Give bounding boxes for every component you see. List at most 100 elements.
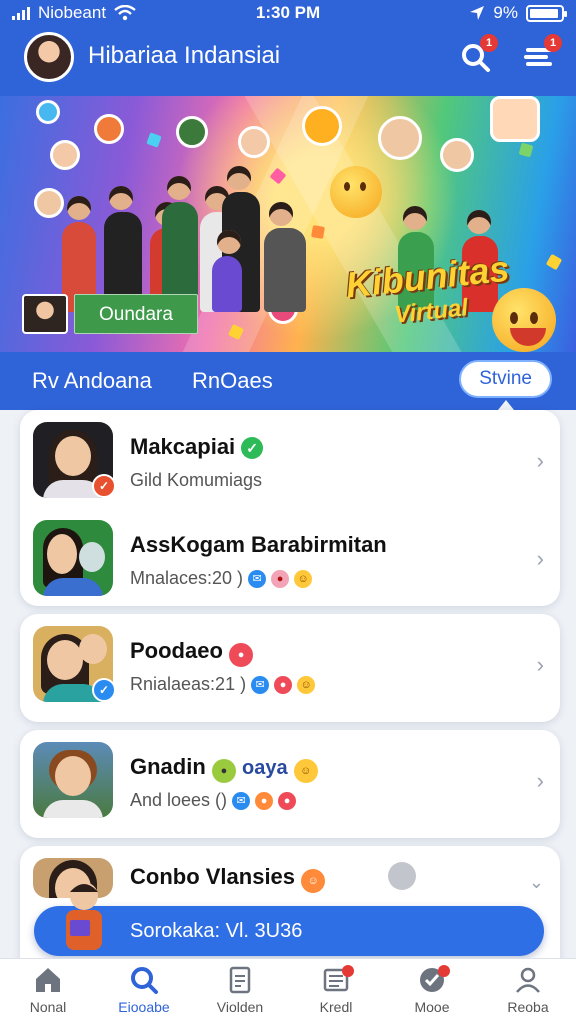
- nav-item-home[interactable]: Nonal: [0, 965, 96, 1015]
- nav-item-profile[interactable]: Reoba: [480, 965, 576, 1015]
- smile-icon: ☺: [297, 675, 316, 694]
- spinner-icon: [388, 862, 416, 890]
- confetti: [311, 225, 325, 239]
- smile-icon: ☺: [301, 869, 326, 893]
- list-item-subtitle-text: Mnalaces:20 ): [130, 568, 244, 588]
- status-bar: Niobeant 1:30 PM 9%: [0, 0, 576, 26]
- message-icon: ✉: [232, 791, 251, 810]
- home-icon: [36, 968, 60, 992]
- list-item-title: Makcapiai ✓: [130, 434, 264, 460]
- angry-face-icon: ●: [229, 643, 254, 667]
- floating-bubble: [50, 140, 80, 170]
- search-icon: [131, 967, 158, 994]
- nav-badge: [438, 965, 450, 977]
- avatar: [33, 520, 113, 596]
- tab-rnoaes[interactable]: RnOaes: [192, 368, 273, 394]
- list-item-subtitle-text: Rnialaeas:21 ): [130, 674, 247, 694]
- battery-icon: [526, 4, 567, 22]
- pig-icon: ●: [274, 675, 293, 694]
- nav-item-label: Violden: [216, 999, 264, 1015]
- nav-item-label: Eiooabe: [118, 999, 170, 1015]
- floating-bubble: [36, 100, 60, 124]
- chevron-down-icon: ⌄: [528, 872, 544, 892]
- list-item-subtitle: Mnalaces:20 ) ✉ ● ☺: [130, 568, 313, 589]
- confetti: [146, 132, 162, 148]
- pig-icon: ●: [271, 569, 290, 588]
- message-icon: ✉: [251, 675, 270, 694]
- list-item[interactable]: AssKogam Barabirmitan Mnalaces:20 ) ✉ ● …: [20, 508, 560, 618]
- tab-bar: Rv Andoana RnOaes Stvine: [0, 352, 576, 410]
- page-title: Hibariaa Indansiai: [88, 42, 281, 69]
- confetti: [545, 253, 563, 271]
- location-icon: [470, 6, 485, 20]
- floating-bubble: [176, 116, 208, 148]
- status-badge: ✓: [92, 678, 116, 702]
- nav-item-label: Kredl: [319, 999, 353, 1015]
- nav-badge: [342, 965, 354, 977]
- menu-button[interactable]: 1: [522, 34, 562, 74]
- toast-character-icon: [66, 882, 102, 950]
- floating-bubble: [94, 114, 124, 144]
- message-icon: ✉: [248, 569, 267, 588]
- tab-andoana[interactable]: Rv Andoana: [32, 368, 152, 394]
- banner-person: [264, 202, 306, 312]
- list-item-title-suffix: oaya: [242, 757, 288, 779]
- search-button[interactable]: 1: [458, 34, 498, 74]
- banner-chip[interactable]: Oundara: [22, 294, 198, 334]
- status-right: 9%: [469, 3, 567, 23]
- document-icon: [229, 966, 251, 994]
- list-item-title: Poodaeo ●: [130, 638, 254, 667]
- bottom-nav: Nonal Eiooabe Violden Kredl Mooe Reoba: [0, 958, 576, 1024]
- list-item-subtitle: And loees () ✉ ● ●: [130, 790, 297, 811]
- list-item-subtitle-text: And loees (): [130, 790, 228, 810]
- banner-chip-label: Oundara: [74, 294, 198, 334]
- list-item[interactable]: Gnadin ● oaya ☺ And loees () ✉ ● ● ›: [20, 730, 560, 840]
- promo-banner[interactable]: Kibunitas Virtual Oundara: [0, 96, 576, 352]
- nav-item-document[interactable]: Violden: [192, 965, 288, 1015]
- status-badge: ✓: [92, 474, 116, 498]
- list-card: ✓ Makcapiai ✓ Gild Komumiags › AssKogam B…: [20, 410, 560, 606]
- floating-bubble: [378, 116, 422, 160]
- list-item[interactable]: ✓ Makcapiai ✓ Gild Komumiags ›: [20, 410, 560, 520]
- nav-item-heart[interactable]: Mooe: [384, 965, 480, 1015]
- list-item-title: AssKogam Barabirmitan: [130, 532, 387, 557]
- nav-item-label: Nonal: [29, 999, 67, 1015]
- gift-icon: ●: [255, 791, 274, 810]
- banner-chip-thumbnail: [22, 294, 68, 334]
- verified-icon: ✓: [241, 437, 264, 460]
- nav-item-label: Mooe: [414, 999, 450, 1015]
- avatar: [33, 742, 113, 818]
- emoji-mascot: [330, 166, 382, 218]
- search-badge: 1: [480, 34, 498, 52]
- floating-bubble: [490, 96, 540, 142]
- chevron-right-icon: ›: [536, 652, 544, 677]
- banner-person: [212, 230, 242, 312]
- chevron-right-icon: ›: [536, 448, 544, 473]
- list-item-title: Conbo Vlansies ☺: [130, 864, 326, 893]
- smile-icon: ☺: [293, 759, 318, 783]
- list-item-subtitle: Rnialaeas:21 ) ✉ ● ☺: [130, 674, 316, 695]
- green-face-icon: ●: [211, 759, 236, 783]
- tab-stvine[interactable]: Stvine: [459, 360, 552, 398]
- smile-icon: ☺: [294, 569, 313, 588]
- active-tab-caret: [498, 400, 514, 410]
- list-item-subtitle: Gild Komumiags: [130, 470, 263, 490]
- battery-percent: 9%: [493, 3, 518, 22]
- confetti: [518, 142, 534, 158]
- chevron-right-icon: ›: [536, 768, 544, 793]
- floating-bubble: [440, 138, 474, 172]
- list-item-title: Gnadin ● oaya ☺: [130, 754, 318, 783]
- user-avatar[interactable]: [24, 32, 74, 82]
- profile-icon: [516, 967, 540, 993]
- list-card: Gnadin ● oaya ☺ And loees () ✉ ● ● ›: [20, 730, 560, 838]
- nav-item-inbox[interactable]: Kredl: [288, 965, 384, 1015]
- nav-item-search[interactable]: Eiooabe: [96, 965, 192, 1015]
- list-item[interactable]: ✓ Poodaeo ● Rnialaeas:21 ) ✉ ● ☺ ›: [20, 614, 560, 724]
- pig-icon: ●: [278, 791, 297, 810]
- floating-bubble: [34, 188, 64, 218]
- app-bar: Hibariaa Indansiai 1 1: [0, 28, 576, 94]
- list-card: ✓ Poodaeo ● Rnialaeas:21 ) ✉ ● ☺ ›: [20, 614, 560, 722]
- chevron-right-icon: ›: [536, 546, 544, 571]
- floating-bubble: [238, 126, 270, 158]
- floating-bubble: [302, 106, 342, 146]
